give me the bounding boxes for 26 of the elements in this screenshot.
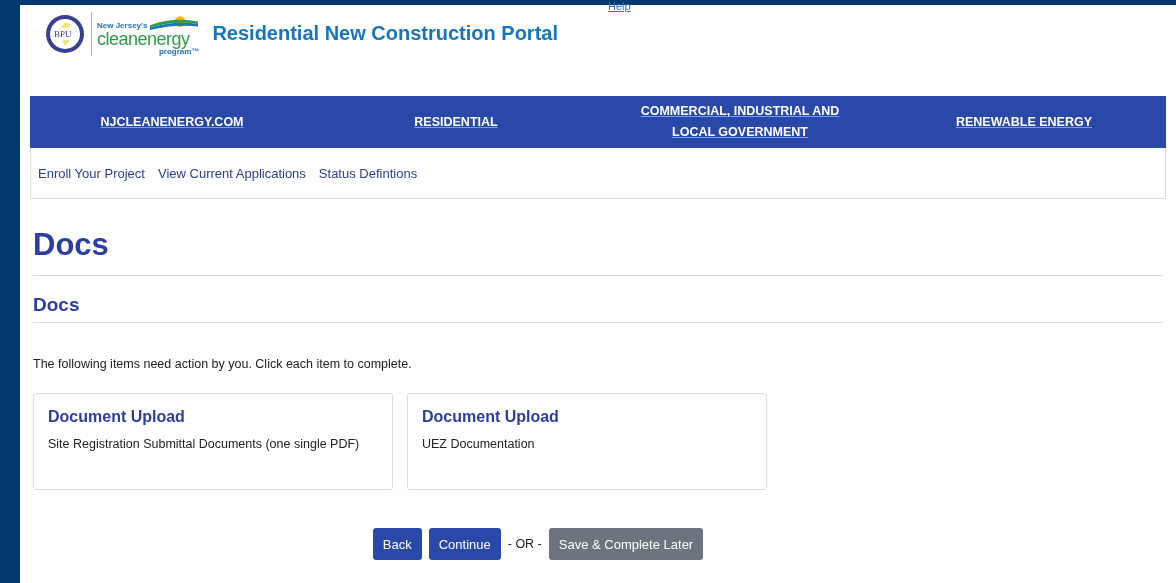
portal-title: Residential New Construction Portal (212, 22, 558, 45)
document-card[interactable]: Document Upload Site Registration Submittal Documents (one single PDF) (33, 393, 393, 490)
seal-text: BPU (54, 28, 72, 39)
nav-link[interactable]: RESIDENTIAL (414, 111, 498, 133)
page-title: Docs (33, 227, 110, 264)
seal-icon (45, 13, 85, 54)
nav-link[interactable]: NJCLEANENERGY.COM (100, 111, 244, 133)
sub-nav-link[interactable]: View Current Applications (157, 165, 306, 181)
document-card[interactable]: Document Upload UEZ Documentation (407, 393, 767, 490)
card-title: Document Upload (422, 408, 560, 426)
logo-wordmark: cleanenergy (97, 29, 190, 48)
instructions-text: The following items need action by you. Click each item to complete. (33, 357, 413, 371)
card-description: Site Registration Submittal Documents (one single PDF) (48, 436, 361, 453)
card-title: Document Upload (48, 408, 186, 426)
or-separator: - OR - (507, 537, 542, 551)
sub-nav-link[interactable]: Status Defintions (318, 165, 418, 181)
card-description: UEZ Documentation (422, 436, 536, 453)
nav-link[interactable]: RENEWABLE ENERGY (955, 111, 1093, 133)
sub-nav-link[interactable]: Enroll Your Project (38, 165, 145, 181)
nav-link[interactable]: COMMERCIAL, INDUSTRIAL AND LOCAL GOVERNMENT (628, 101, 852, 143)
action-button[interactable]: Back (372, 528, 422, 560)
logo-subtitle: program™ (158, 47, 200, 56)
action-button[interactable]: Continue (428, 528, 501, 560)
logo-tagline: New Jersey's (97, 21, 148, 30)
section-title: Docs (33, 294, 81, 312)
save-later-button[interactable]: Save & Complete Later (548, 528, 704, 560)
